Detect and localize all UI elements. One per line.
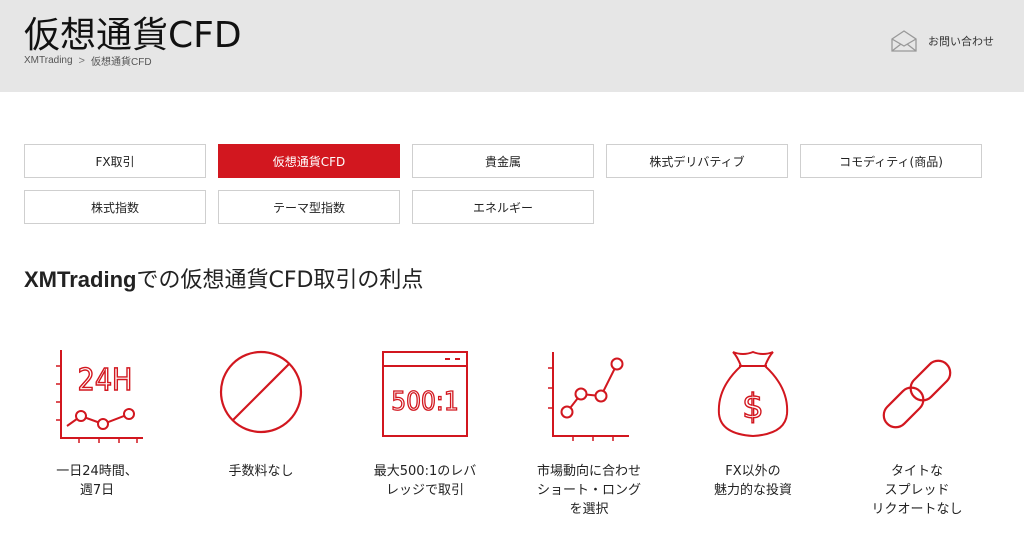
- clock-chart-icon: 24H: [56, 350, 143, 443]
- feature-long-short: 市場動向に合わせ ショート・ロング を選択: [514, 344, 664, 519]
- icon-text-leverage: 500:1: [391, 387, 458, 417]
- tab-precious-metals[interactable]: 貴金属: [412, 144, 594, 178]
- breadcrumb-current: 仮想通貨CFD: [90, 57, 152, 68]
- contact-label: お問い合わせ: [928, 35, 994, 48]
- chain-link-icon: [882, 359, 952, 429]
- feature-label: 手数料なし: [228, 464, 294, 479]
- section-title-text: での仮想通貨CFD取引の利点: [136, 268, 424, 293]
- feature-label: タイトな スプレッド リクオートなし: [871, 464, 963, 517]
- breadcrumb-home-link[interactable]: XMTrading: [24, 55, 73, 66]
- section-title: XMTradingでの仮想通貨CFD取引の利点: [24, 262, 423, 294]
- feature-label: 最大500:1のレバ レッジで取引: [373, 464, 477, 498]
- contact-link[interactable]: お問い合わせ: [890, 30, 994, 52]
- tab-stock-indices[interactable]: 株式指数: [24, 190, 206, 224]
- money-bag-icon: $: [717, 350, 789, 438]
- section-title-brand: XMTrading: [24, 267, 137, 292]
- tab-crypto-cfd[interactable]: 仮想通貨CFD: [218, 144, 400, 178]
- feature-attractive-investment: $ FX以外の 魅力的な投資: [678, 344, 828, 500]
- feature-label: FX以外の 魅力的な投資: [713, 464, 792, 498]
- breadcrumb-separator: >: [78, 54, 85, 67]
- feature-24h: 24H 一日24時間、 週7日: [22, 344, 172, 500]
- tab-energy[interactable]: エネルギー: [412, 190, 594, 224]
- feature-no-fee: 手数料なし: [186, 344, 336, 481]
- page-title: 仮想通貨CFD: [24, 15, 242, 56]
- breadcrumb: XMTrading > 仮想通貨CFD: [24, 53, 152, 69]
- feature-label: 一日24時間、 週7日: [56, 464, 138, 498]
- envelope-icon: [891, 30, 917, 52]
- feature-label: 市場動向に合わせ ショート・ロング を選択: [536, 464, 641, 517]
- tab-fx[interactable]: FX取引: [24, 144, 206, 178]
- icon-text-dollar: $: [742, 387, 764, 427]
- tab-thematic-indices[interactable]: テーマ型指数: [218, 190, 400, 224]
- tab-commodities[interactable]: コモディティ(商品): [800, 144, 982, 178]
- feature-leverage: 500:1 最大500:1のレバ レッジで取引: [350, 344, 500, 500]
- tab-stock-derivatives[interactable]: 株式デリバティブ: [606, 144, 788, 178]
- no-fee-icon: [219, 350, 303, 434]
- leverage-window-icon: 500:1: [382, 351, 468, 437]
- trend-chart-icon: [548, 352, 629, 441]
- icon-text-24h: 24H: [78, 363, 133, 398]
- page-header: 仮想通貨CFD XMTrading > 仮想通貨CFD お問い合わせ: [0, 0, 1024, 92]
- feature-tight-spread: タイトな スプレッド リクオートなし: [842, 344, 992, 519]
